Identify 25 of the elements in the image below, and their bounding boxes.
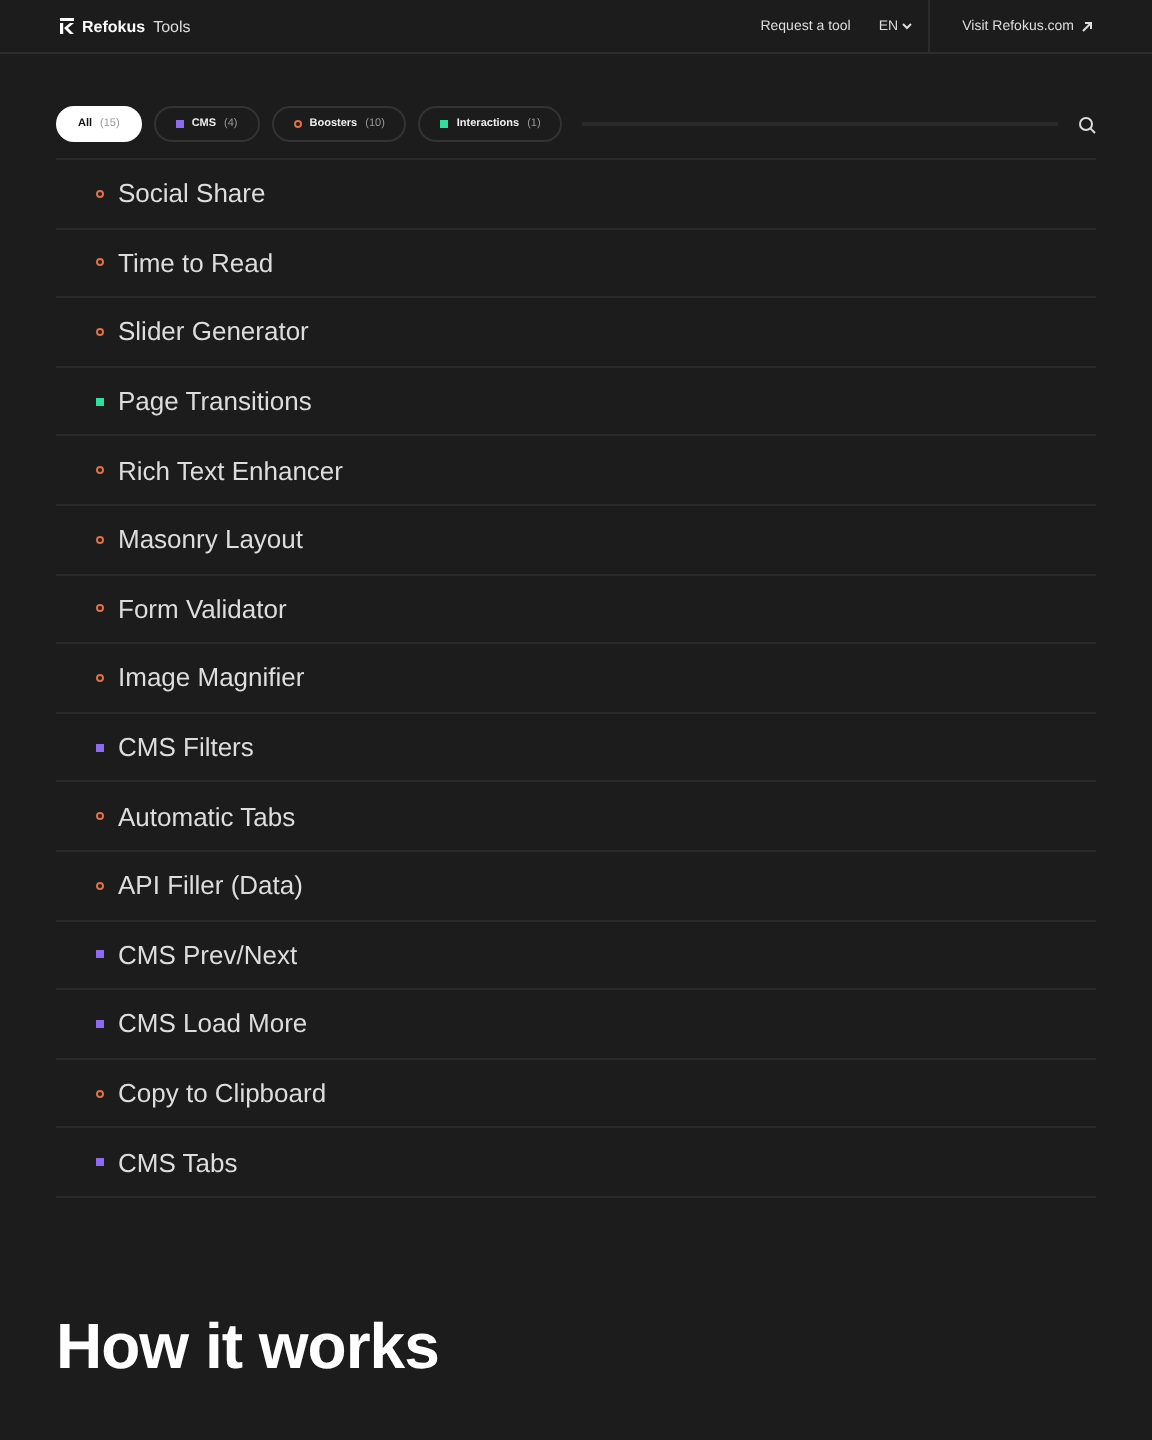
search-icon[interactable]: [1078, 115, 1096, 133]
tool-row[interactable]: CMS Load More: [56, 990, 1096, 1060]
brand-name[interactable]: Refokus: [82, 17, 146, 35]
tool-row[interactable]: CMS Prev/Next: [56, 921, 1096, 991]
tool-row[interactable]: CMS Tabs: [56, 1128, 1096, 1198]
tool-row[interactable]: Social Share: [56, 160, 1096, 230]
interaction-marker-icon: [440, 120, 449, 128]
tool-row[interactable]: CMS Filters: [56, 713, 1096, 783]
tool-row[interactable]: Page Transitions: [56, 367, 1096, 437]
section-heading: How it works: [56, 1309, 441, 1384]
tool-row[interactable]: Rich Text Enhancer: [56, 436, 1096, 506]
tool-row[interactable]: Time to Read: [56, 229, 1096, 299]
logo-icon: [60, 18, 74, 34]
chevron-down-icon: [902, 22, 913, 30]
arrow-up-right-icon: [1082, 21, 1092, 31]
tool-row[interactable]: Image Magnifier: [56, 644, 1096, 714]
tool-row[interactable]: Masonry Layout: [56, 505, 1096, 576]
product-name: Tools: [153, 17, 191, 35]
tool-row[interactable]: API Filler (Data): [56, 851, 1096, 922]
booster-marker-icon: [293, 120, 302, 128]
tool-row[interactable]: Form Validator: [56, 575, 1096, 645]
tool-row[interactable]: Copy to Clipboard: [56, 1059, 1096, 1129]
tool-row[interactable]: Automatic Tabs: [56, 782, 1096, 852]
tool-row[interactable]: Slider Generator: [56, 298, 1096, 368]
cms-marker-icon: [175, 120, 184, 128]
